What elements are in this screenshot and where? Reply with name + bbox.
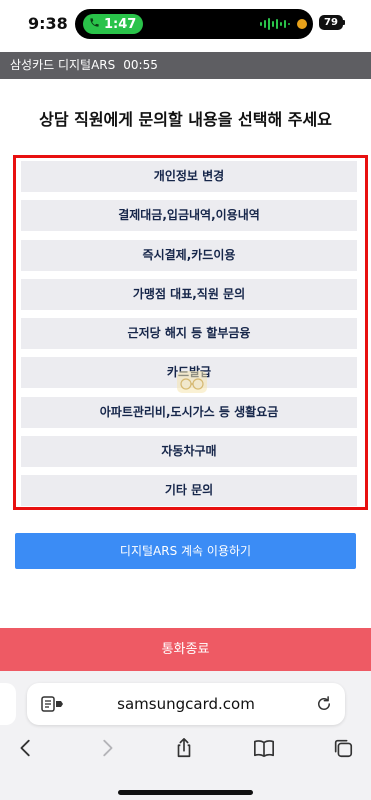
menu-item-personal-info[interactable]: 개인정보 변경 bbox=[21, 161, 357, 192]
status-bar: 9:38 1:47 79 bbox=[0, 0, 371, 50]
battery-icon: 79 bbox=[319, 15, 343, 30]
home-indicator bbox=[118, 790, 253, 795]
status-time: 9:38 bbox=[28, 14, 68, 33]
page-title: 상담 직원에게 문의할 내용을 선택해 주세요 bbox=[39, 110, 332, 129]
battery-nub bbox=[343, 20, 345, 25]
address-bar[interactable]: samsungcard.com bbox=[27, 683, 345, 725]
back-icon[interactable] bbox=[15, 737, 37, 759]
continue-digital-ars-button[interactable]: 디지털ARS 계속 이용하기 bbox=[15, 533, 356, 569]
ars-title: 삼성카드 디지털ARS bbox=[10, 58, 116, 72]
menu-item-merchant[interactable]: 가맹점 대표,직원 문의 bbox=[21, 278, 357, 310]
camera-indicator bbox=[297, 19, 307, 29]
dynamic-island[interactable]: 1:47 bbox=[75, 9, 313, 39]
url-text: samsungcard.com bbox=[117, 695, 255, 713]
inquiry-menu-list: 개인정보 변경 결제대금,입금내역,이용내역 즉시결제,카드이용 가맹점 대표,… bbox=[21, 161, 357, 507]
menu-item-installment[interactable]: 근저당 해지 등 할부금융 bbox=[21, 318, 357, 350]
browser-bottom-bar: samsungcard.com bbox=[0, 671, 371, 800]
browser-toolbar bbox=[0, 731, 371, 765]
previous-tab-peek[interactable] bbox=[0, 683, 16, 725]
menu-item-other[interactable]: 기타 문의 bbox=[21, 475, 357, 507]
glasses-watermark-icon bbox=[177, 371, 207, 393]
inquiry-menu: 개인정보 변경 결제대금,입금내역,이용내역 즉시결제,카드이용 가맹점 대표,… bbox=[13, 155, 368, 510]
ars-header: 삼성카드 디지털ARS 00:55 bbox=[0, 52, 371, 79]
phone-icon bbox=[89, 17, 100, 31]
bookmarks-icon[interactable] bbox=[253, 737, 275, 759]
ars-timer: 00:55 bbox=[123, 58, 158, 72]
tabs-icon[interactable] bbox=[332, 737, 354, 759]
menu-item-utility-bills[interactable]: 아파트관리비,도시가스 등 생활요금 bbox=[21, 396, 357, 428]
reload-icon[interactable] bbox=[315, 695, 333, 713]
waveform-icon bbox=[260, 18, 290, 30]
menu-item-car-purchase[interactable]: 자동차구매 bbox=[21, 436, 357, 468]
end-call-button[interactable]: 통화종료 bbox=[0, 628, 371, 671]
menu-item-payment-history[interactable]: 결제대금,입금내역,이용내역 bbox=[21, 200, 357, 232]
call-duration: 1:47 bbox=[104, 16, 137, 32]
call-indicator[interactable]: 1:47 bbox=[83, 14, 143, 34]
forward-icon[interactable] bbox=[96, 737, 118, 759]
menu-item-instant-payment[interactable]: 즉시결제,카드이용 bbox=[21, 239, 357, 271]
share-icon[interactable] bbox=[173, 737, 195, 759]
